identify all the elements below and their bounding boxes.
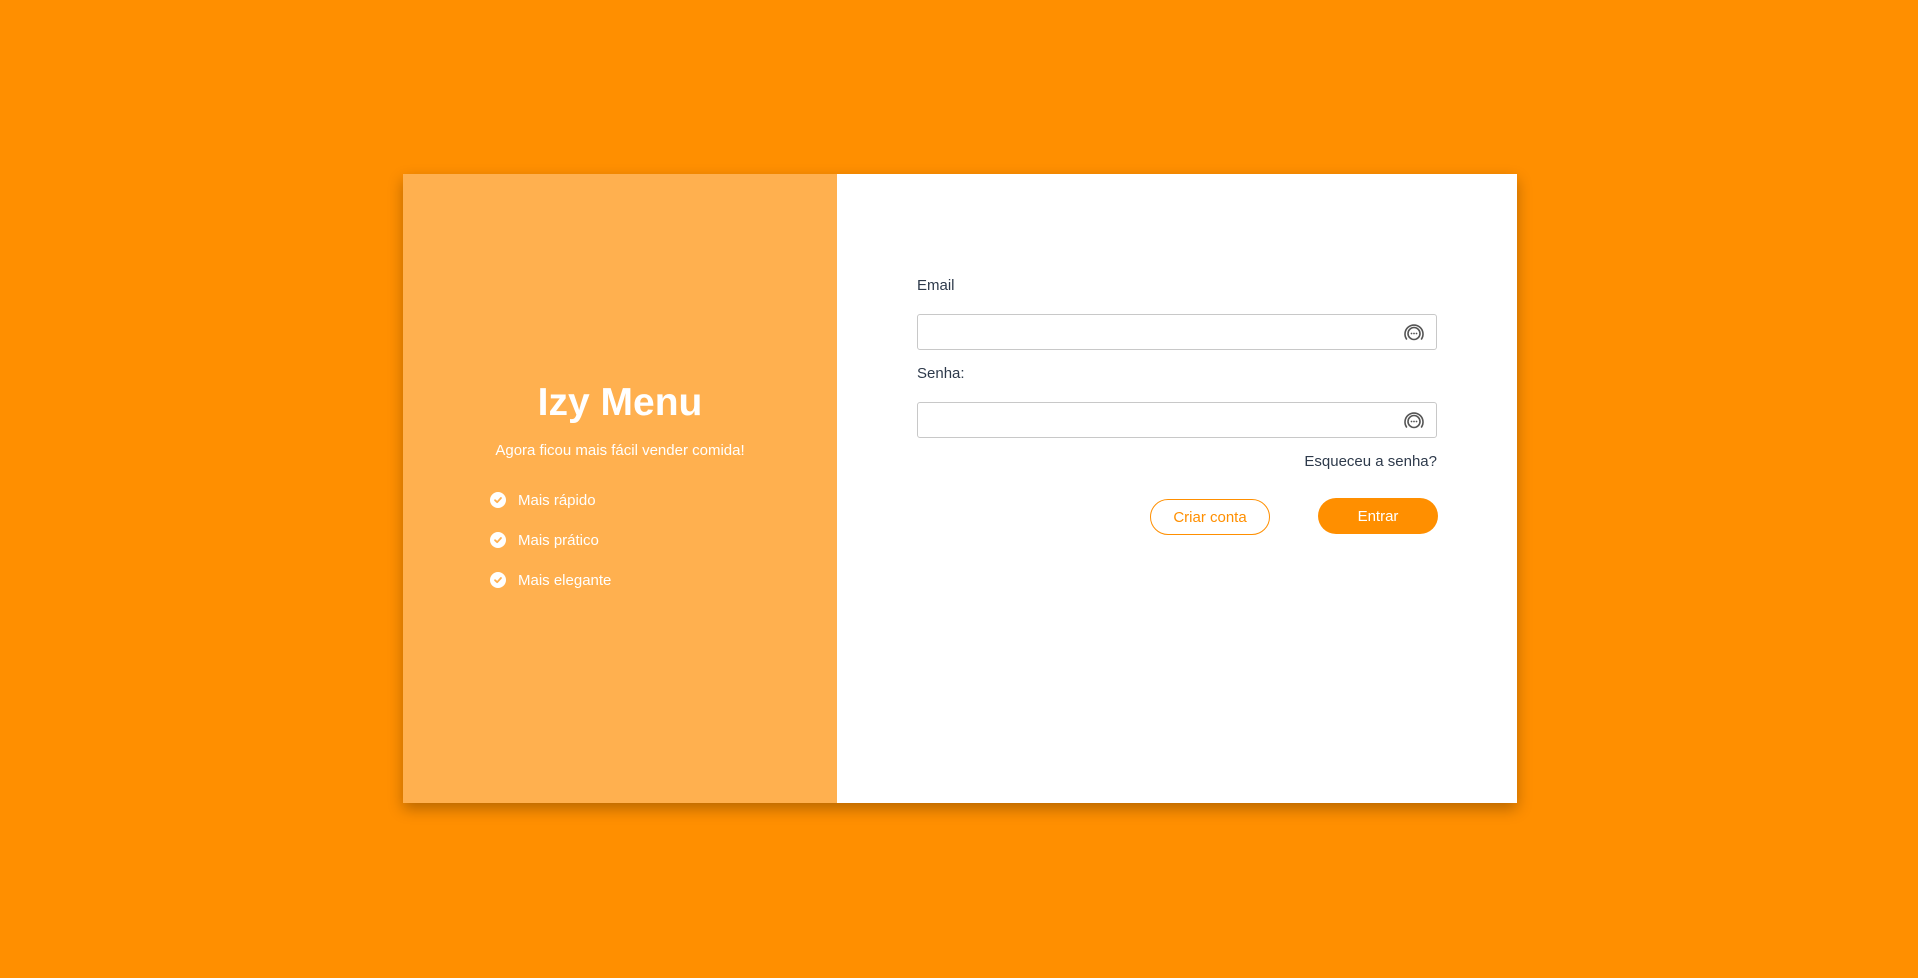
login-card: Izy Menu Agora ficou mais fácil vender c… (403, 174, 1517, 803)
feature-item: Mais elegante (490, 560, 611, 600)
feature-item: Mais rápido (490, 480, 611, 520)
email-field-wrapper (917, 314, 1437, 350)
forgot-password-link[interactable]: Esqueceu a senha? (1304, 453, 1437, 470)
password-label: Senha: (917, 365, 965, 382)
login-form-panel: Email Senha: Esqueceu a senha? Criar con… (837, 174, 1517, 803)
password-field[interactable] (918, 403, 1388, 437)
feature-label: Mais rápido (518, 491, 596, 509)
brand-panel: Izy Menu Agora ficou mais fácil vender c… (403, 174, 837, 803)
password-manager-icon[interactable] (1402, 321, 1426, 345)
check-circle-icon (490, 532, 506, 548)
email-field[interactable] (918, 315, 1388, 349)
brand-title: Izy Menu (537, 381, 703, 424)
create-account-button[interactable]: Criar conta (1150, 499, 1270, 535)
feature-list: Mais rápido Mais prático Mais elegante (490, 480, 611, 600)
password-manager-icon[interactable] (1402, 409, 1426, 433)
login-button[interactable]: Entrar (1318, 498, 1438, 534)
email-label: Email (917, 277, 955, 294)
feature-item: Mais prático (490, 520, 611, 560)
check-circle-icon (490, 492, 506, 508)
brand-subtitle: Agora ficou mais fácil vender comida! (495, 442, 745, 459)
check-circle-icon (490, 572, 506, 588)
password-field-wrapper (917, 402, 1437, 438)
feature-label: Mais elegante (518, 571, 612, 589)
feature-label: Mais prático (518, 531, 599, 549)
